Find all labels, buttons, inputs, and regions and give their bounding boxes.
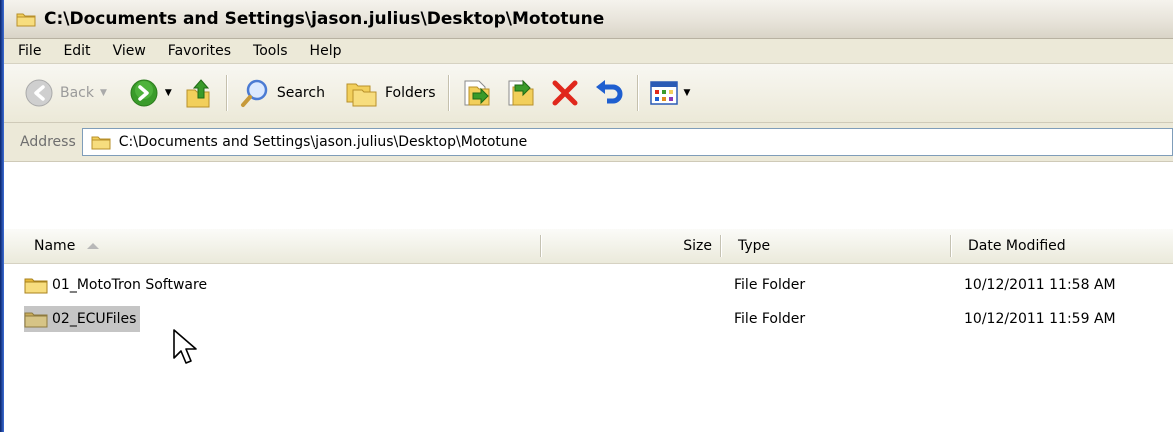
column-header-type-label: Type [738, 238, 771, 254]
folders-label: Folders [384, 85, 436, 101]
search-label: Search [276, 85, 325, 101]
toolbar-separator [636, 75, 638, 111]
list-item[interactable]: 01_MotoTron Software File Folder 10/12/2… [4, 272, 1173, 298]
move-to-icon [464, 80, 490, 106]
column-header-date-label: Date Modified [968, 238, 1066, 254]
selection-highlight: 02_ECUFiles [24, 306, 141, 332]
undo-button[interactable] [587, 71, 631, 115]
views-button[interactable]: ▼ [644, 71, 697, 115]
move-to-button[interactable] [455, 71, 499, 115]
list-top-area [4, 162, 1173, 229]
forward-arrow-icon [130, 79, 158, 107]
column-header-name[interactable]: Name [34, 229, 100, 263]
address-value: C:\Documents and Settings\jason.julius\D… [118, 134, 528, 150]
folder-up-icon [186, 79, 210, 108]
file-type: File Folder [734, 311, 806, 327]
toolbar: Back ▼ ▼ Search Folders ▼ [4, 64, 1173, 123]
file-name: 02_ECUFiles [52, 311, 137, 327]
views-icon [649, 81, 678, 105]
folder-icon [24, 312, 48, 328]
up-button[interactable] [178, 71, 220, 115]
magnifier-icon [240, 79, 268, 107]
explorer-window: C:\Documents and Settings\jason.julius\D… [0, 0, 1173, 432]
column-header-size[interactable]: Size [544, 229, 712, 263]
file-name-cell[interactable]: 01_MotoTron Software [24, 272, 207, 298]
menu-edit[interactable]: Edit [52, 43, 101, 59]
delete-x-icon [552, 80, 578, 106]
menu-file[interactable]: File [4, 43, 52, 59]
column-header-row: Name Size Type Date Modified [4, 229, 1173, 265]
address-bar: Address C:\Documents and Settings\jason.… [4, 123, 1173, 162]
file-type: File Folder [734, 277, 806, 293]
folder-icon [24, 278, 48, 294]
forward-button[interactable]: ▼ [123, 71, 178, 115]
mouse-pointer-icon [173, 329, 197, 364]
column-header-size-label: Size [683, 238, 712, 254]
back-dropdown-icon[interactable]: ▼ [100, 88, 107, 98]
menu-tools[interactable]: Tools [242, 43, 299, 59]
file-date: 10/12/2011 11:59 AM [964, 311, 1116, 327]
views-dropdown-icon[interactable]: ▼ [684, 88, 691, 98]
toolbar-separator [447, 75, 449, 111]
menu-help[interactable]: Help [299, 43, 353, 59]
window-title: C:\Documents and Settings\jason.julius\D… [44, 9, 605, 29]
delete-button[interactable] [543, 71, 587, 115]
column-header-name-label: Name [34, 238, 76, 254]
title-bar[interactable]: C:\Documents and Settings\jason.julius\D… [4, 0, 1173, 39]
column-divider[interactable] [720, 235, 721, 257]
column-divider[interactable] [540, 235, 541, 257]
folder-icon [16, 13, 36, 27]
sort-ascending-icon [87, 243, 100, 249]
folders-button[interactable]: Folders [339, 71, 442, 115]
copy-to-button[interactable] [499, 71, 543, 115]
folders-icon [346, 83, 377, 107]
column-divider[interactable] [950, 235, 951, 257]
back-button[interactable]: Back ▼ [18, 71, 113, 115]
address-input[interactable]: C:\Documents and Settings\jason.julius\D… [81, 128, 1173, 156]
column-header-type[interactable]: Type [738, 229, 770, 263]
address-label: Address [20, 134, 76, 150]
column-header-date[interactable]: Date Modified [968, 229, 1066, 263]
copy-to-icon [508, 79, 534, 106]
folder-icon [91, 136, 111, 150]
search-button[interactable]: Search [233, 71, 331, 115]
file-date: 10/12/2011 11:58 AM [964, 277, 1116, 293]
file-name-cell[interactable]: 02_ECUFiles [24, 306, 141, 332]
menu-bar: File Edit View Favorites Tools Help [4, 39, 1173, 64]
file-name: 01_MotoTron Software [52, 277, 208, 293]
undo-icon [595, 80, 622, 104]
forward-dropdown-icon[interactable]: ▼ [165, 88, 172, 98]
menu-view[interactable]: View [102, 43, 157, 59]
back-label: Back [60, 85, 94, 101]
toolbar-separator [225, 75, 227, 111]
back-arrow-icon [25, 79, 53, 107]
menu-favorites[interactable]: Favorites [157, 43, 242, 59]
